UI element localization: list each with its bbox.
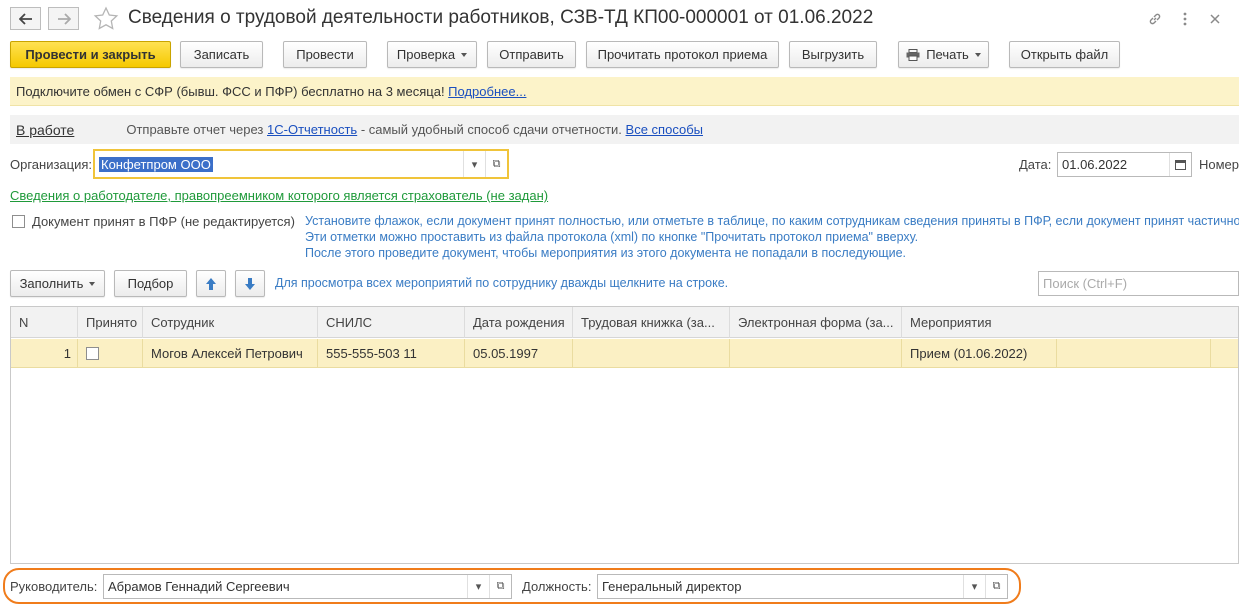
column-header-n[interactable]: N — [11, 307, 78, 338]
export-label: Выгрузить — [801, 47, 865, 62]
send-label: Отправить — [499, 47, 564, 62]
open-icon[interactable]: ⧉ — [985, 575, 1007, 598]
cell-electronic-form — [730, 339, 902, 368]
chevron-down-icon — [89, 281, 96, 286]
save-label: Записать — [193, 47, 250, 62]
banner-more-link[interactable]: Подробнее... — [448, 84, 526, 99]
head-value: Абрамов Геннадий Сергеевич — [108, 579, 290, 594]
column-header-snils[interactable]: СНИЛС — [318, 307, 465, 338]
check-button[interactable]: Проверка — [387, 41, 477, 68]
close-icon[interactable] — [1205, 9, 1225, 29]
chevron-down-icon[interactable]: ▾ — [467, 575, 489, 598]
read-protocol-label: Прочитать протокол приема — [597, 47, 768, 62]
back-button[interactable] — [10, 7, 41, 30]
search-input[interactable]: Поиск (Ctrl+F) — [1038, 271, 1239, 296]
organization-value: Конфетпром ООО — [99, 156, 213, 172]
1c-reporting-link[interactable]: 1С-Отчетность — [267, 122, 357, 137]
promo-banner: Подключите обмен с СФР (бывш. ФСС и ПФР)… — [10, 77, 1239, 106]
move-up-button[interactable] — [196, 270, 226, 297]
print-button[interactable]: Печать — [898, 41, 989, 68]
table-hint: Для просмотра всех мероприятий по сотруд… — [275, 276, 729, 290]
link-icon[interactable] — [1145, 9, 1165, 29]
select-label: Подбор — [127, 276, 174, 291]
arrow-up-icon — [206, 277, 216, 290]
fill-button[interactable]: Заполнить — [10, 270, 105, 297]
more-icon[interactable] — [1175, 9, 1195, 29]
column-header-work-book[interactable]: Трудовая книжка (за... — [573, 307, 730, 338]
table-row[interactable]: 1 Могов Алексей Петрович 555-555-503 11 … — [11, 339, 1238, 368]
cell-accepted[interactable] — [78, 339, 143, 368]
cell-empty — [1057, 339, 1211, 368]
print-label: Печать — [926, 47, 969, 62]
head-field[interactable]: Абрамов Геннадий Сергеевич ▾ ⧉ — [103, 574, 512, 599]
favorite-star-icon[interactable] — [93, 6, 119, 32]
note-line-1: Установите флажок, если документ принят … — [305, 214, 1239, 228]
arrow-down-icon — [245, 277, 255, 290]
status-state-link[interactable]: В работе — [16, 122, 74, 138]
chevron-down-icon[interactable]: ▾ — [463, 151, 485, 177]
open-file-label: Открыть файл — [1020, 47, 1109, 62]
table-header: N Принято Сотрудник СНИЛС Дата рождения … — [11, 307, 1238, 338]
send-button[interactable]: Отправить — [487, 41, 576, 68]
open-file-button[interactable]: Открыть файл — [1009, 41, 1120, 68]
head-label: Руководитель: — [10, 579, 98, 594]
chevron-down-icon[interactable]: ▾ — [963, 575, 985, 598]
accepted-label: Документ принят в ПФР (не редактируется) — [32, 214, 295, 229]
all-methods-link[interactable]: Все способы — [626, 122, 703, 137]
cell-birth-date: 05.05.1997 — [465, 339, 573, 368]
select-button[interactable]: Подбор — [114, 270, 187, 297]
organization-label: Организация: — [10, 157, 93, 172]
page-title: Сведения о трудовой деятельности работни… — [128, 7, 874, 28]
chevron-down-icon — [461, 52, 468, 57]
read-protocol-button[interactable]: Прочитать протокол приема — [586, 41, 779, 68]
move-down-button[interactable] — [235, 270, 265, 297]
post-label: Провести — [296, 47, 354, 62]
cell-work-book — [573, 339, 730, 368]
row-accepted-checkbox[interactable] — [86, 347, 99, 360]
post-and-close-button[interactable]: Провести и закрыть — [10, 41, 171, 68]
chevron-down-icon — [974, 52, 981, 57]
cell-n: 1 — [11, 339, 78, 368]
check-label: Проверка — [396, 47, 456, 62]
column-header-accepted[interactable]: Принято — [78, 307, 143, 338]
date-label: Дата: — [1019, 157, 1052, 172]
status-text-after: - самый удобный способ сдачи отчетности. — [357, 122, 626, 137]
forward-button[interactable] — [48, 7, 79, 30]
report-status-bar: В работе Отправьте отчет через 1С-Отчетн… — [10, 115, 1239, 144]
printer-icon — [906, 48, 920, 61]
column-header-employee[interactable]: Сотрудник — [143, 307, 318, 338]
column-header-electronic-form[interactable]: Электронная форма (за... — [730, 307, 902, 338]
arrow-right-icon — [57, 12, 71, 25]
position-field[interactable]: Генеральный директор ▾ ⧉ — [597, 574, 1008, 599]
post-and-close-label: Провести и закрыть — [25, 47, 156, 62]
export-button[interactable]: Выгрузить — [789, 41, 877, 68]
save-button[interactable]: Записать — [180, 41, 263, 68]
status-text-before: Отправьте отчет через — [126, 122, 268, 137]
organization-field[interactable]: Конфетпром ООО ▾ ⧉ — [93, 149, 509, 179]
cell-snils: 555-555-503 11 — [318, 339, 465, 368]
position-value: Генеральный директор — [602, 579, 742, 594]
date-value: 01.06.2022 — [1062, 157, 1128, 172]
open-icon[interactable]: ⧉ — [489, 575, 511, 598]
banner-text: Подключите обмен с СФР (бывш. ФСС и ПФР)… — [16, 83, 449, 99]
post-button[interactable]: Провести — [283, 41, 367, 68]
employer-successor-link[interactable]: Сведения о работодателе, правопреемником… — [10, 188, 548, 203]
calendar-icon[interactable] — [1169, 153, 1191, 176]
note-line-2: Эти отметки можно проставить из файла пр… — [305, 230, 919, 244]
fill-label: Заполнить — [19, 276, 84, 291]
open-icon[interactable]: ⧉ — [485, 151, 507, 177]
cell-events: Прием (01.06.2022) — [902, 339, 1057, 368]
date-field[interactable]: 01.06.2022 — [1057, 152, 1192, 177]
cell-employee: Могов Алексей Петрович — [143, 339, 318, 368]
employees-table: N Принято Сотрудник СНИЛС Дата рождения … — [10, 306, 1239, 564]
column-header-birth-date[interactable]: Дата рождения — [465, 307, 573, 338]
accepted-checkbox[interactable] — [12, 215, 25, 228]
position-label: Должность: — [522, 579, 592, 594]
arrow-left-icon — [18, 12, 32, 25]
search-placeholder: Поиск (Ctrl+F) — [1043, 276, 1128, 291]
note-line-3: После этого проведите документ, чтобы ме… — [305, 246, 907, 260]
number-label: Номер — [1199, 157, 1239, 172]
column-header-events[interactable]: Мероприятия — [902, 307, 1239, 338]
